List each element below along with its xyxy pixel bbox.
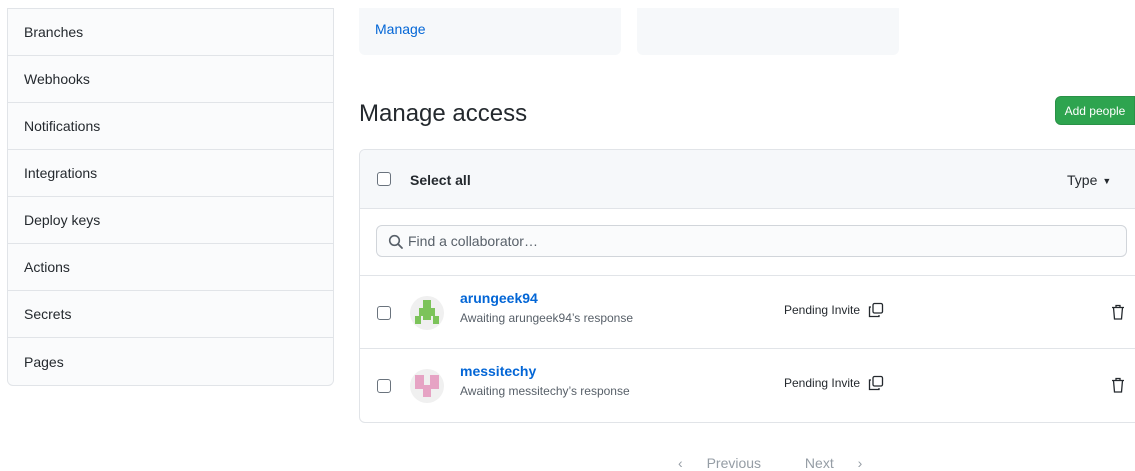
access-summary-card-secondary [637, 8, 899, 55]
sidebar-item-label: Notifications [24, 118, 101, 134]
select-all-label: Select all [410, 172, 471, 188]
copy-icon[interactable] [868, 302, 884, 318]
table-row: arungeek94 Awaiting arungeek94’s respons… [360, 276, 1135, 349]
search-icon [388, 234, 403, 249]
trash-icon[interactable] [1111, 377, 1125, 393]
settings-sidebar: Branches Webhooks Notifications Integrat… [7, 8, 334, 386]
sidebar-item-label: Webhooks [24, 71, 90, 87]
member-status: Awaiting messitechy’s response [460, 384, 630, 398]
avatar[interactable] [410, 296, 444, 330]
avatar[interactable] [410, 369, 444, 403]
page-title: Manage access [359, 100, 528, 127]
sidebar-item-deploy-keys[interactable]: Deploy keys [8, 197, 333, 244]
sidebar-item-label: Actions [24, 259, 70, 275]
caret-down-icon: ▼ [1102, 176, 1112, 187]
collaborators-list: Select all Type ▼ arungeek94 Awaiting aru… [359, 149, 1135, 423]
list-header: Select all Type ▼ [360, 150, 1135, 209]
manage-link[interactable]: Manage [375, 21, 426, 37]
invite-state: Pending Invite [784, 376, 861, 390]
select-all-checkbox[interactable] [377, 172, 391, 186]
copy-icon[interactable] [868, 375, 884, 391]
sidebar-item-label: Integrations [24, 165, 98, 181]
sidebar-item-pages[interactable]: Pages [8, 338, 333, 385]
sidebar-item-webhooks[interactable]: Webhooks [8, 56, 333, 103]
search-row [360, 209, 1135, 276]
search-field [376, 225, 1127, 257]
sidebar-item-secrets[interactable]: Secrets [8, 291, 333, 338]
sidebar-item-label: Branches [24, 24, 84, 40]
member-username[interactable]: messitechy [460, 363, 536, 379]
type-filter-dropdown[interactable]: Type ▼ [1067, 172, 1111, 188]
invite-state: Pending Invite [784, 303, 861, 317]
search-input[interactable] [404, 226, 1104, 256]
member-status: Awaiting arungeek94’s response [460, 311, 634, 325]
table-row: messitechy Awaiting messitechy’s respons… [360, 349, 1135, 422]
sidebar-item-integrations[interactable]: Integrations [8, 150, 333, 197]
member-checkbox[interactable] [377, 306, 391, 320]
member-username[interactable]: arungeek94 [460, 290, 538, 306]
sidebar-item-notifications[interactable]: Notifications [8, 103, 333, 150]
sidebar-item-label: Pages [24, 353, 64, 370]
sidebar-item-label: Secrets [24, 306, 72, 322]
add-people-button[interactable]: Add people [1055, 96, 1135, 125]
sidebar-item-branches[interactable]: Branches [8, 9, 333, 56]
member-checkbox[interactable] [377, 379, 391, 393]
type-filter-label: Type [1067, 172, 1098, 188]
sidebar-item-label: Deploy keys [24, 212, 101, 228]
access-summary-card: Manage [359, 8, 621, 55]
trash-icon[interactable] [1111, 304, 1125, 320]
sidebar-item-actions[interactable]: Actions [8, 244, 333, 291]
